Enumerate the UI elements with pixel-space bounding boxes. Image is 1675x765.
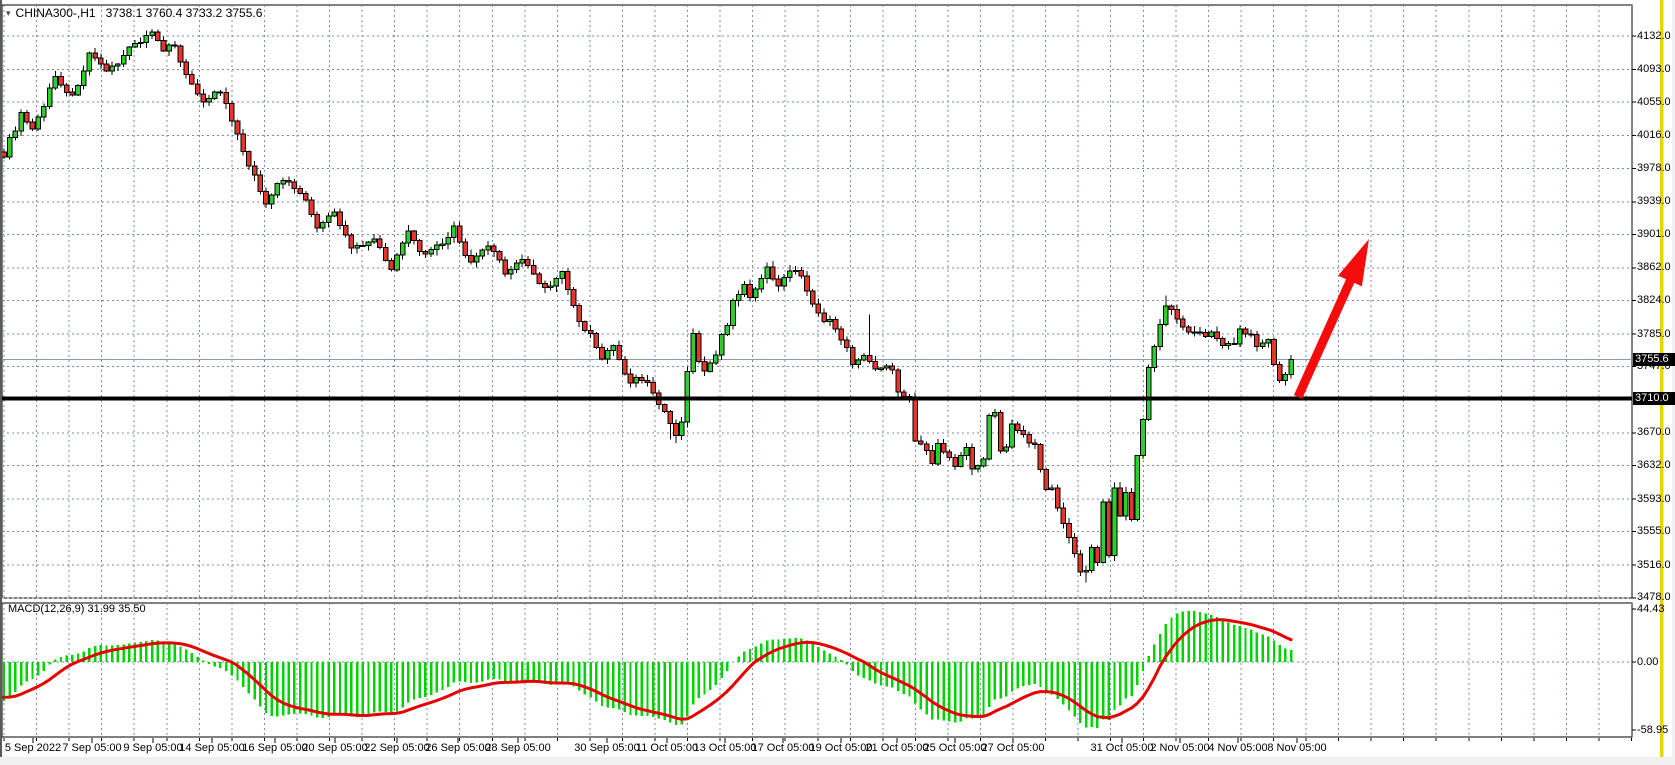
- macd-axis-label: 0.00: [1637, 656, 1658, 669]
- time-axis-label: 16 Sep 05:00: [242, 742, 307, 755]
- time-axis-label: 20 Sep 05:00: [302, 742, 367, 755]
- macd-main-value: 31.99: [87, 603, 115, 615]
- macd-indicator-label: MACD(12,26,9) 31.99 35.50: [8, 603, 146, 615]
- window-left-border: [0, 0, 2, 765]
- time-axis-label: 8 Nov 05:00: [1267, 742, 1326, 755]
- price-axis-label: 3593.0: [1637, 493, 1671, 506]
- price-axis-label: 3632.0: [1637, 459, 1671, 472]
- price-axis-label: 3939.0: [1637, 195, 1671, 208]
- time-axis-label: 11 Oct 05:00: [636, 742, 698, 755]
- time-axis-label: 19 Oct 05:00: [810, 742, 873, 755]
- macd-panel-area[interactable]: [2, 603, 1632, 737]
- price-axis-label: 4093.0: [1637, 63, 1671, 76]
- price-axis-label: 3785.0: [1637, 328, 1671, 341]
- price-axis-label: 3978.0: [1637, 162, 1671, 175]
- price-axis-label: 4055.0: [1637, 96, 1671, 109]
- chevron-down-icon: ▾: [6, 8, 11, 18]
- time-axis-label: 9 Sep 05:00: [123, 742, 182, 755]
- time-axis-label: 28 Sep 05:00: [485, 742, 550, 755]
- price-axis-label: 4132.0: [1637, 30, 1671, 43]
- time-axis-label: 30 Sep 05:00: [574, 742, 639, 755]
- price-axis-label: 4016.0: [1637, 129, 1671, 142]
- time-axis-label: 7 Sep 05:00: [62, 742, 121, 755]
- macd-axis-label: 44.43: [1637, 603, 1665, 616]
- support-line[interactable]: [2, 397, 1632, 401]
- bid-price-badge: 3755.6: [1633, 353, 1675, 366]
- macd-signal-value: 35.50: [118, 603, 146, 615]
- time-axis-label: 13 Oct 05:00: [694, 742, 757, 755]
- support-price-badge: 3710.0: [1633, 392, 1675, 405]
- price-axis-label: 3555.0: [1637, 525, 1671, 538]
- time-axis-label: 25 Oct 05:00: [924, 742, 987, 755]
- chart-title: ▾ CHINA300-,H1 3738.1 3760.4 3733.2 3755.6: [6, 6, 262, 20]
- macd-label: MACD(12,26,9): [8, 603, 84, 615]
- mt4-chart-window: ▾ CHINA300-,H1 3738.1 3760.4 3733.2 3755.6…: [0, 0, 1675, 765]
- price-axis-label: 3670.0: [1637, 426, 1671, 439]
- symbol-timeframe-label: CHINA300-,H1: [16, 6, 96, 20]
- time-axis-label: 2 Nov 05:00: [1150, 742, 1209, 755]
- ohlc-values-label: 3738.1 3760.4 3733.2 3755.6: [106, 6, 263, 20]
- time-axis-label: 21 Oct 05:00: [866, 742, 929, 755]
- time-axis-label: 5 Sep 2022: [5, 742, 61, 755]
- main-chart-area[interactable]: [2, 5, 1632, 598]
- price-axis-label: 3516.0: [1637, 559, 1671, 572]
- time-axis-label: 4 Nov 05:00: [1208, 742, 1267, 755]
- time-axis-label: 26 Sep 05:00: [425, 742, 490, 755]
- chart-canvas[interactable]: [0, 0, 1675, 765]
- macd-axis-label: -58.95: [1637, 724, 1668, 737]
- price-axis-label: 3824.0: [1637, 294, 1671, 307]
- price-axis-label: 3862.0: [1637, 261, 1671, 274]
- time-axis-label: 27 Oct 05:00: [982, 742, 1045, 755]
- yellow-marker-strip: [1660, 0, 1664, 758]
- time-axis-label: 31 Oct 05:00: [1091, 742, 1154, 755]
- time-axis-label: 22 Sep 05:00: [364, 742, 429, 755]
- time-axis-label: 14 Sep 05:00: [179, 742, 244, 755]
- time-axis-label: 17 Oct 05:00: [752, 742, 815, 755]
- price-axis-label: 3901.0: [1637, 228, 1671, 241]
